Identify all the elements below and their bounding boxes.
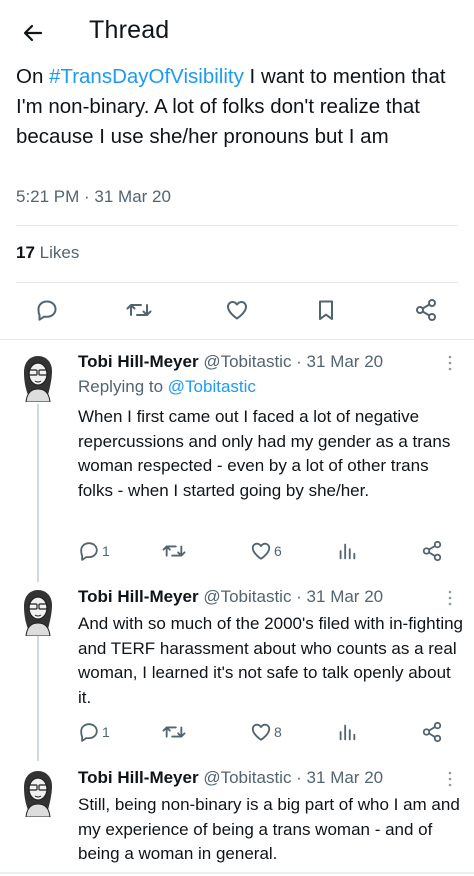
author-name[interactable]: Tobi Hill-Meyer bbox=[78, 352, 199, 371]
more-vertical-icon[interactable] bbox=[440, 352, 460, 374]
like-count: 6 bbox=[274, 543, 282, 559]
replying-to-link[interactable]: @Tobitastic bbox=[168, 377, 256, 396]
reply-text: When I first came out I faced a lot of n… bbox=[78, 407, 451, 500]
page-title: Thread bbox=[89, 16, 170, 44]
reply-button[interactable]: 1 bbox=[78, 538, 110, 564]
tweet-timestamp[interactable]: 5:21 PM · 31 Mar 20 bbox=[16, 187, 171, 207]
author-handle-date[interactable]: @Tobitastic · 31 Mar 20 bbox=[203, 768, 383, 787]
bar-chart-icon[interactable] bbox=[336, 719, 358, 745]
share-icon[interactable] bbox=[406, 290, 446, 330]
reply-text: And with so much of the 2000's filed wit… bbox=[78, 614, 464, 707]
more-vertical-icon[interactable] bbox=[440, 587, 460, 609]
bar-chart-icon[interactable] bbox=[336, 538, 358, 564]
likes-number: 17 bbox=[16, 243, 35, 262]
reply-text: Still, being non-binary is a big part of… bbox=[78, 795, 460, 863]
like-button[interactable]: 8 bbox=[250, 719, 282, 745]
bottom-divider bbox=[0, 872, 474, 874]
retweet-icon[interactable] bbox=[162, 538, 186, 564]
retweet-icon[interactable] bbox=[119, 290, 159, 330]
share-icon[interactable] bbox=[421, 538, 443, 564]
divider bbox=[0, 339, 474, 340]
replying-to-prefix: Replying to bbox=[78, 377, 168, 396]
main-tweet-text: On #TransDayOfVisibility I want to menti… bbox=[16, 62, 466, 152]
avatar[interactable] bbox=[16, 586, 60, 636]
like-button[interactable]: 6 bbox=[250, 538, 282, 564]
share-icon[interactable] bbox=[421, 719, 443, 745]
thread-connector bbox=[37, 404, 39, 582]
reply-header: Tobi Hill-Meyer @Tobitastic · 31 Mar 20 bbox=[78, 768, 383, 788]
back-arrow-icon[interactable] bbox=[18, 18, 48, 48]
replying-to: Replying to @Tobitastic bbox=[78, 377, 256, 397]
reply-button[interactable]: 1 bbox=[78, 719, 110, 745]
avatar[interactable] bbox=[16, 767, 60, 817]
reply-count: 1 bbox=[102, 543, 110, 559]
bookmark-icon[interactable] bbox=[306, 290, 346, 330]
likes-label: Likes bbox=[39, 243, 80, 262]
divider bbox=[16, 282, 458, 283]
heart-icon[interactable] bbox=[217, 290, 257, 330]
retweet-icon[interactable] bbox=[162, 719, 186, 745]
author-name[interactable]: Tobi Hill-Meyer bbox=[78, 768, 199, 787]
like-count: 8 bbox=[274, 724, 282, 740]
thread-connector bbox=[37, 636, 39, 761]
author-handle-date[interactable]: @Tobitastic · 31 Mar 20 bbox=[203, 352, 383, 371]
divider bbox=[16, 225, 458, 226]
author-handle-date[interactable]: @Tobitastic · 31 Mar 20 bbox=[203, 587, 383, 606]
top-bar: Thread bbox=[0, 0, 474, 62]
avatar[interactable] bbox=[16, 352, 60, 402]
tweet-text-before: On bbox=[16, 65, 50, 88]
reply-header: Tobi Hill-Meyer @Tobitastic · 31 Mar 20 bbox=[78, 587, 383, 607]
reply-icon[interactable] bbox=[27, 290, 67, 330]
more-vertical-icon[interactable] bbox=[440, 768, 460, 790]
reply-count: 1 bbox=[102, 724, 110, 740]
likes-count[interactable]: 17 Likes bbox=[16, 243, 79, 263]
tweet-action-bar bbox=[0, 290, 474, 334]
hashtag-link[interactable]: #TransDayOfVisibility bbox=[49, 65, 244, 88]
reply-header: Tobi Hill-Meyer @Tobitastic · 31 Mar 20 bbox=[78, 352, 383, 372]
author-name[interactable]: Tobi Hill-Meyer bbox=[78, 587, 199, 606]
